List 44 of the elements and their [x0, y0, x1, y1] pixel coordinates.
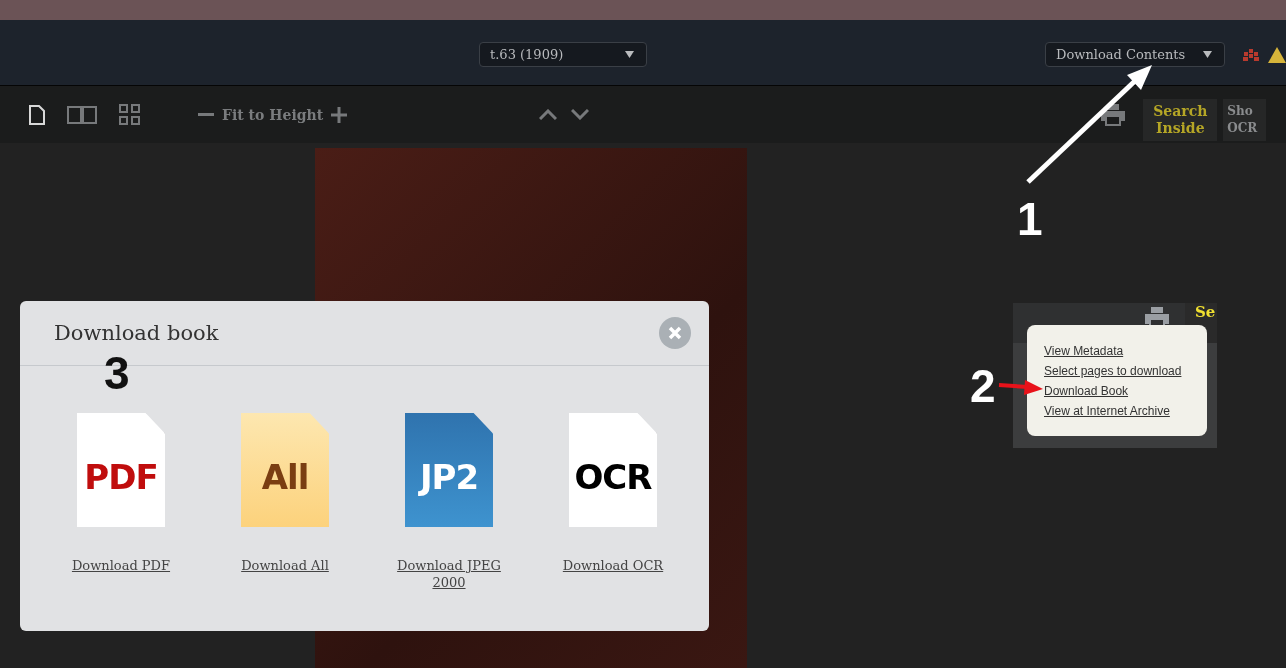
- step-number: 3: [104, 350, 130, 396]
- pixel-icon[interactable]: [1242, 47, 1260, 62]
- minus-icon: [198, 112, 214, 117]
- file-type-label: All: [261, 457, 309, 497]
- page-icon: [29, 104, 45, 125]
- file-type-label: JP2: [419, 457, 479, 497]
- menu-link[interactable]: View Metadata: [1044, 343, 1207, 359]
- volume-select[interactable]: t.63 (1909): [479, 42, 647, 68]
- file-icon[interactable]: OCR: [569, 413, 657, 527]
- book-icon: [67, 104, 97, 125]
- chevron-up-icon: [539, 109, 558, 121]
- plus-icon: [331, 106, 348, 123]
- chevron-down-icon: [571, 109, 590, 121]
- warning-icon[interactable]: [1268, 46, 1286, 63]
- file-icon[interactable]: PDF: [77, 413, 165, 527]
- download-link[interactable]: Download All: [223, 557, 347, 574]
- close-icon: [668, 326, 682, 340]
- grid-icon: [119, 104, 140, 126]
- download-link[interactable]: Download JPEG 2000: [387, 557, 511, 591]
- arrow: [998, 380, 1043, 395]
- menu-link[interactable]: Select pages to download: [1044, 363, 1207, 379]
- download-link[interactable]: Download PDF: [59, 557, 183, 574]
- file-icon[interactable]: All: [241, 413, 329, 527]
- step-number: 2: [970, 363, 996, 409]
- file-icon[interactable]: JP2: [405, 413, 493, 527]
- caret-icon: [625, 51, 634, 59]
- zoom-label: Fit to Height: [222, 106, 324, 123]
- previous-page-button[interactable]: [539, 109, 558, 121]
- menu-link[interactable]: Download Book: [1044, 383, 1207, 399]
- zoom-out-button[interactable]: [198, 112, 214, 117]
- menu-link[interactable]: View at Internet Archive: [1044, 403, 1207, 419]
- download-contents-select[interactable]: Download Contents: [1045, 42, 1225, 68]
- download-link[interactable]: Download OCR: [551, 557, 675, 574]
- printer-icon[interactable]: [1101, 103, 1126, 126]
- file-type-label: PDF: [84, 457, 158, 497]
- dialog-title: Download book: [54, 321, 219, 345]
- caret-icon: [1203, 51, 1212, 59]
- step-number: 1: [1017, 196, 1043, 242]
- file-type-label: OCR: [574, 457, 652, 497]
- close-button[interactable]: [659, 317, 691, 349]
- search-inside-tab[interactable]: Search Inside: [1143, 99, 1218, 141]
- zoom-in-button[interactable]: [331, 106, 348, 123]
- show-ocr-tab[interactable]: Sho OCR: [1223, 99, 1267, 141]
- next-page-button[interactable]: [571, 109, 590, 121]
